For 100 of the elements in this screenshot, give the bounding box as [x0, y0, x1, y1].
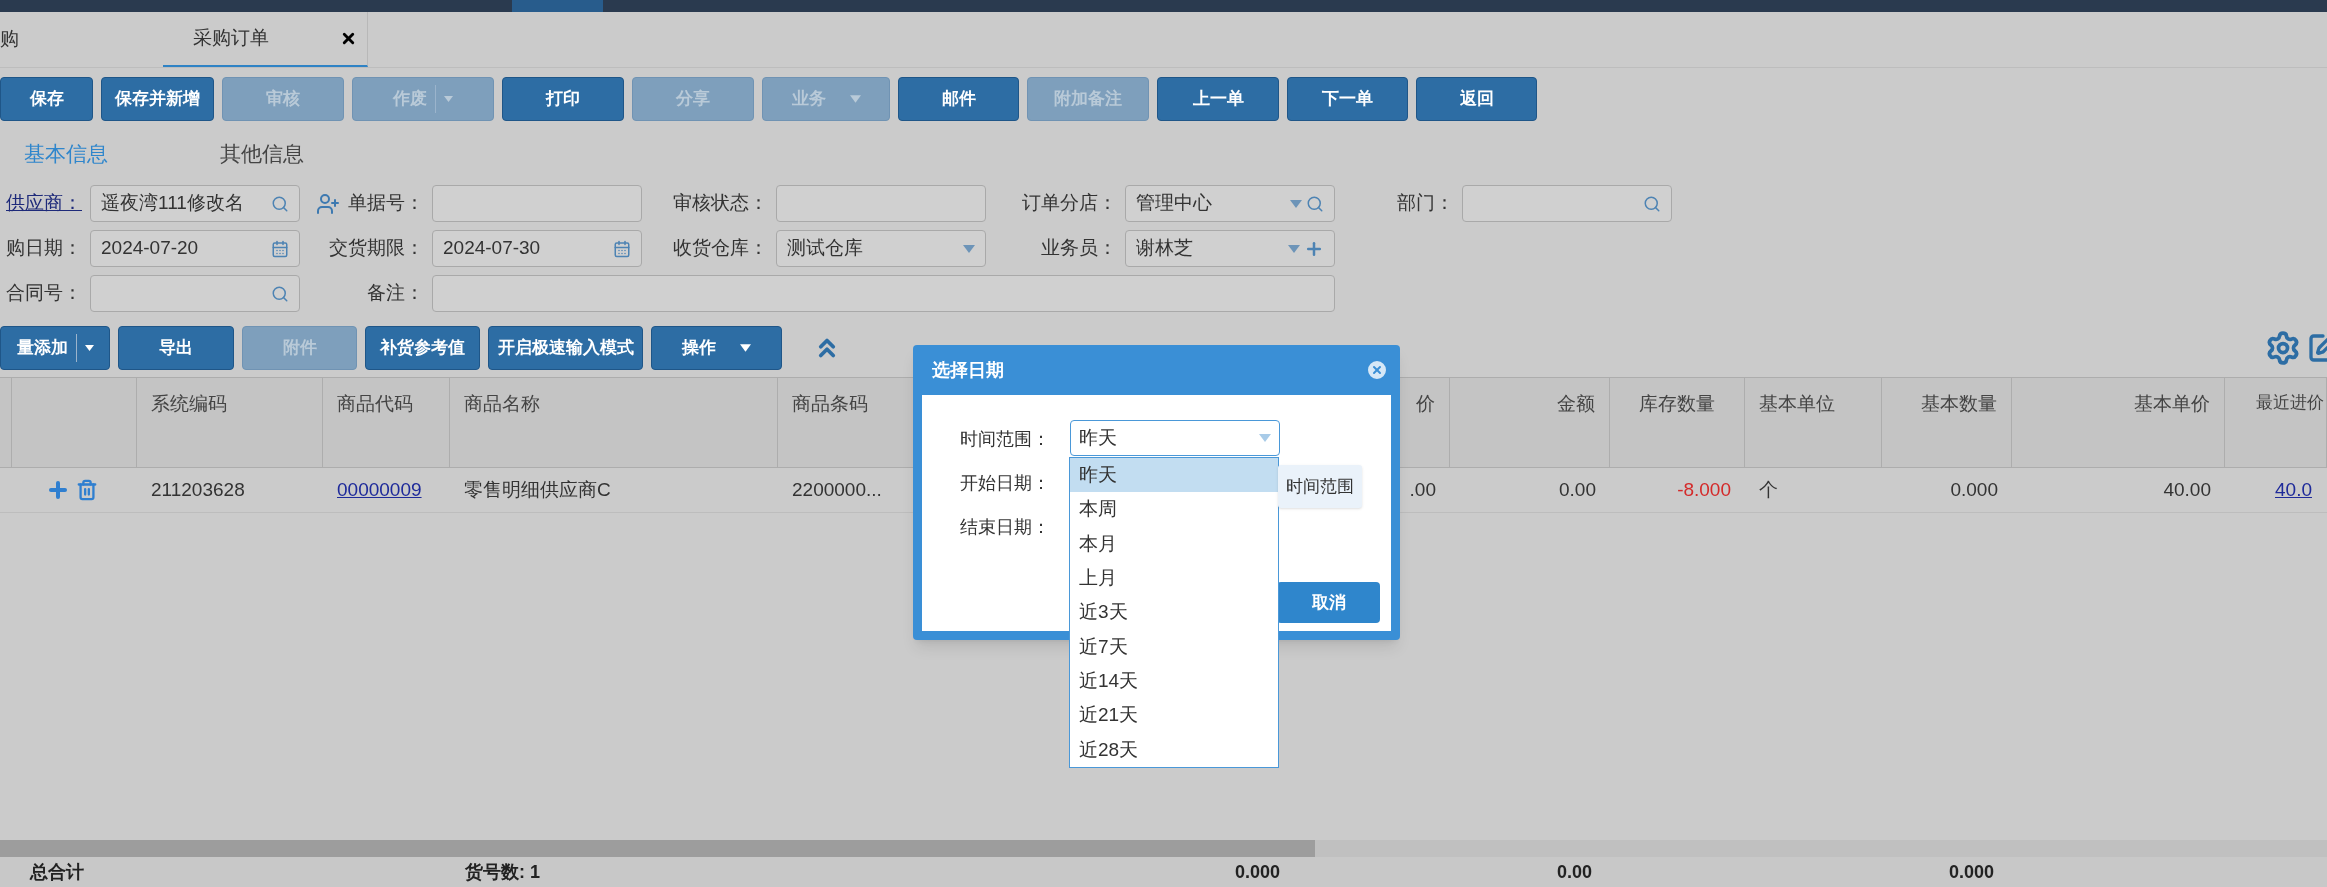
close-icon[interactable]: [340, 30, 357, 47]
field-label: 单据号：: [348, 191, 424, 216]
input-field[interactable]: [432, 185, 642, 222]
supplier-link[interactable]: 供应商：: [6, 189, 82, 218]
toolbar-button[interactable]: 补货参考值: [365, 326, 480, 370]
scrollbar-thumb[interactable]: [0, 840, 1315, 857]
input-field[interactable]: [1462, 185, 1672, 222]
input-field[interactable]: 2024-07-20: [90, 230, 300, 267]
column-header: 库存数量: [1639, 392, 1715, 416]
input-field[interactable]: 管理中心: [1125, 185, 1335, 222]
toolbar-button[interactable]: 开启极速输入模式: [488, 326, 643, 370]
input-field[interactable]: 2024-07-30: [432, 230, 642, 267]
table-cell-text: 零售明细供应商C: [464, 477, 611, 502]
toolbar-button[interactable]: 保存: [0, 77, 93, 121]
field-label: 购日期：: [6, 236, 82, 261]
user-plus-icon[interactable]: [316, 191, 340, 216]
note-field[interactable]: [432, 275, 1335, 312]
column-header: 系统编码: [151, 392, 227, 416]
table-link[interactable]: 40.0: [2275, 475, 2312, 505]
dropdown-button[interactable]: 量添加: [0, 326, 110, 370]
field-label: 交货期限：: [329, 236, 424, 261]
add-row-icon[interactable]: [46, 478, 70, 502]
toolbar-button[interactable]: 上一单: [1157, 77, 1279, 121]
dropdown-option[interactable]: 上月: [1070, 561, 1278, 596]
delete-icon[interactable]: [76, 479, 98, 501]
table-cell-text: 个: [1759, 477, 1778, 502]
calendar-icon[interactable]: [271, 239, 289, 258]
dropdown-button[interactable]: 操作: [651, 326, 782, 370]
page-tab[interactable]: 采购订单: [163, 12, 368, 67]
input-field[interactable]: 谢林芝: [1125, 230, 1335, 267]
table-cell-text: 0.00: [1559, 477, 1596, 502]
total-value: 0.000: [1234, 860, 1280, 884]
toolbar-button[interactable]: 导出: [118, 326, 234, 370]
caret-icon: [444, 95, 453, 103]
dropdown-option[interactable]: 本月: [1070, 526, 1278, 561]
total-value: 0.000: [1948, 860, 1994, 884]
table-cell-text: .00: [1409, 477, 1436, 502]
input-field[interactable]: 遥夜湾111修改名: [90, 185, 300, 222]
caret-icon: [1259, 434, 1271, 442]
caret-icon: [84, 344, 94, 352]
caret-icon: [1290, 199, 1302, 208]
field-label: 备注：: [367, 281, 424, 306]
search-icon[interactable]: [1643, 194, 1661, 213]
column-header: 基本数量: [1921, 392, 1997, 416]
column-header: 价: [1416, 392, 1435, 416]
dropdown-option[interactable]: 昨天: [1070, 458, 1278, 493]
caret-icon: [849, 95, 861, 103]
caret-icon: [963, 244, 975, 253]
total-value: 总合计: [30, 861, 84, 882]
dropdown-option[interactable]: 本周: [1070, 492, 1278, 527]
search-icon[interactable]: [1306, 194, 1324, 213]
column-header: 最近进价: [2256, 392, 2324, 414]
calendar-icon[interactable]: [613, 239, 631, 258]
dropdown-option[interactable]: 近28天: [1070, 732, 1278, 767]
table-cell-text: 2200000...: [792, 477, 882, 502]
toolbar-button[interactable]: 邮件: [898, 77, 1019, 121]
dropdown-option[interactable]: 近14天: [1070, 663, 1278, 699]
total-value: 0.00: [1556, 860, 1592, 884]
dialog-label: 结束日期：: [960, 516, 1051, 539]
table-link[interactable]: 00000009: [337, 475, 422, 505]
toolbar-button[interactable]: 保存并新增: [101, 77, 214, 121]
column-header: 金额: [1557, 392, 1595, 416]
total-value: 货号数: 1: [465, 861, 540, 882]
toolbar-button[interactable]: 下一单: [1287, 77, 1408, 121]
dialog-label: 开始日期：: [960, 472, 1051, 495]
search-icon[interactable]: [271, 194, 289, 213]
info-tab[interactable]: 其他信息: [220, 130, 304, 178]
cancel-button[interactable]: 取消: [1277, 582, 1380, 623]
column-header: 商品名称: [464, 392, 540, 416]
search-icon[interactable]: [271, 284, 289, 303]
dialog-label: 时间范围：: [960, 428, 1051, 451]
page-tab[interactable]: 购: [0, 12, 163, 67]
toolbar-button[interactable]: 打印: [502, 77, 624, 121]
field-label: 部门：: [1397, 191, 1454, 216]
table-cell-text: -8.000: [1677, 477, 1731, 502]
field-label: 业务员：: [1041, 236, 1117, 261]
table-cell-text: 0.000: [1950, 477, 1998, 502]
column-header: 基本单价: [2134, 392, 2210, 416]
tooltip: 时间范围: [1278, 465, 1362, 508]
caret-icon: [740, 344, 751, 352]
column-header: 商品条码: [792, 392, 868, 416]
column-header: 基本单位: [1759, 392, 1835, 416]
field-label: 收货仓库：: [673, 236, 768, 261]
dropdown-option[interactable]: 近3天: [1070, 595, 1278, 630]
dialog-title: 选择日期: [932, 358, 1004, 382]
settings-icon[interactable]: [2265, 330, 2301, 366]
table-cell-text: 40.00: [2163, 477, 2211, 502]
toolbar-button[interactable]: 返回: [1416, 77, 1537, 121]
dropdown-option[interactable]: 近7天: [1070, 629, 1278, 664]
field-label: 订单分店：: [1022, 191, 1117, 216]
field-label: 审核状态：: [673, 191, 768, 216]
dropdown-option[interactable]: 近21天: [1070, 698, 1278, 733]
column-header: 商品代码: [337, 392, 413, 416]
input-field[interactable]: 测试仓库: [776, 230, 986, 267]
range-select[interactable]: 昨天: [1070, 420, 1280, 456]
input-field[interactable]: [776, 185, 986, 222]
input-field[interactable]: [90, 275, 300, 312]
field-label: 合同号：: [6, 281, 82, 306]
caret-icon: [1288, 244, 1300, 253]
table-cell-text: 211203628: [151, 477, 245, 502]
